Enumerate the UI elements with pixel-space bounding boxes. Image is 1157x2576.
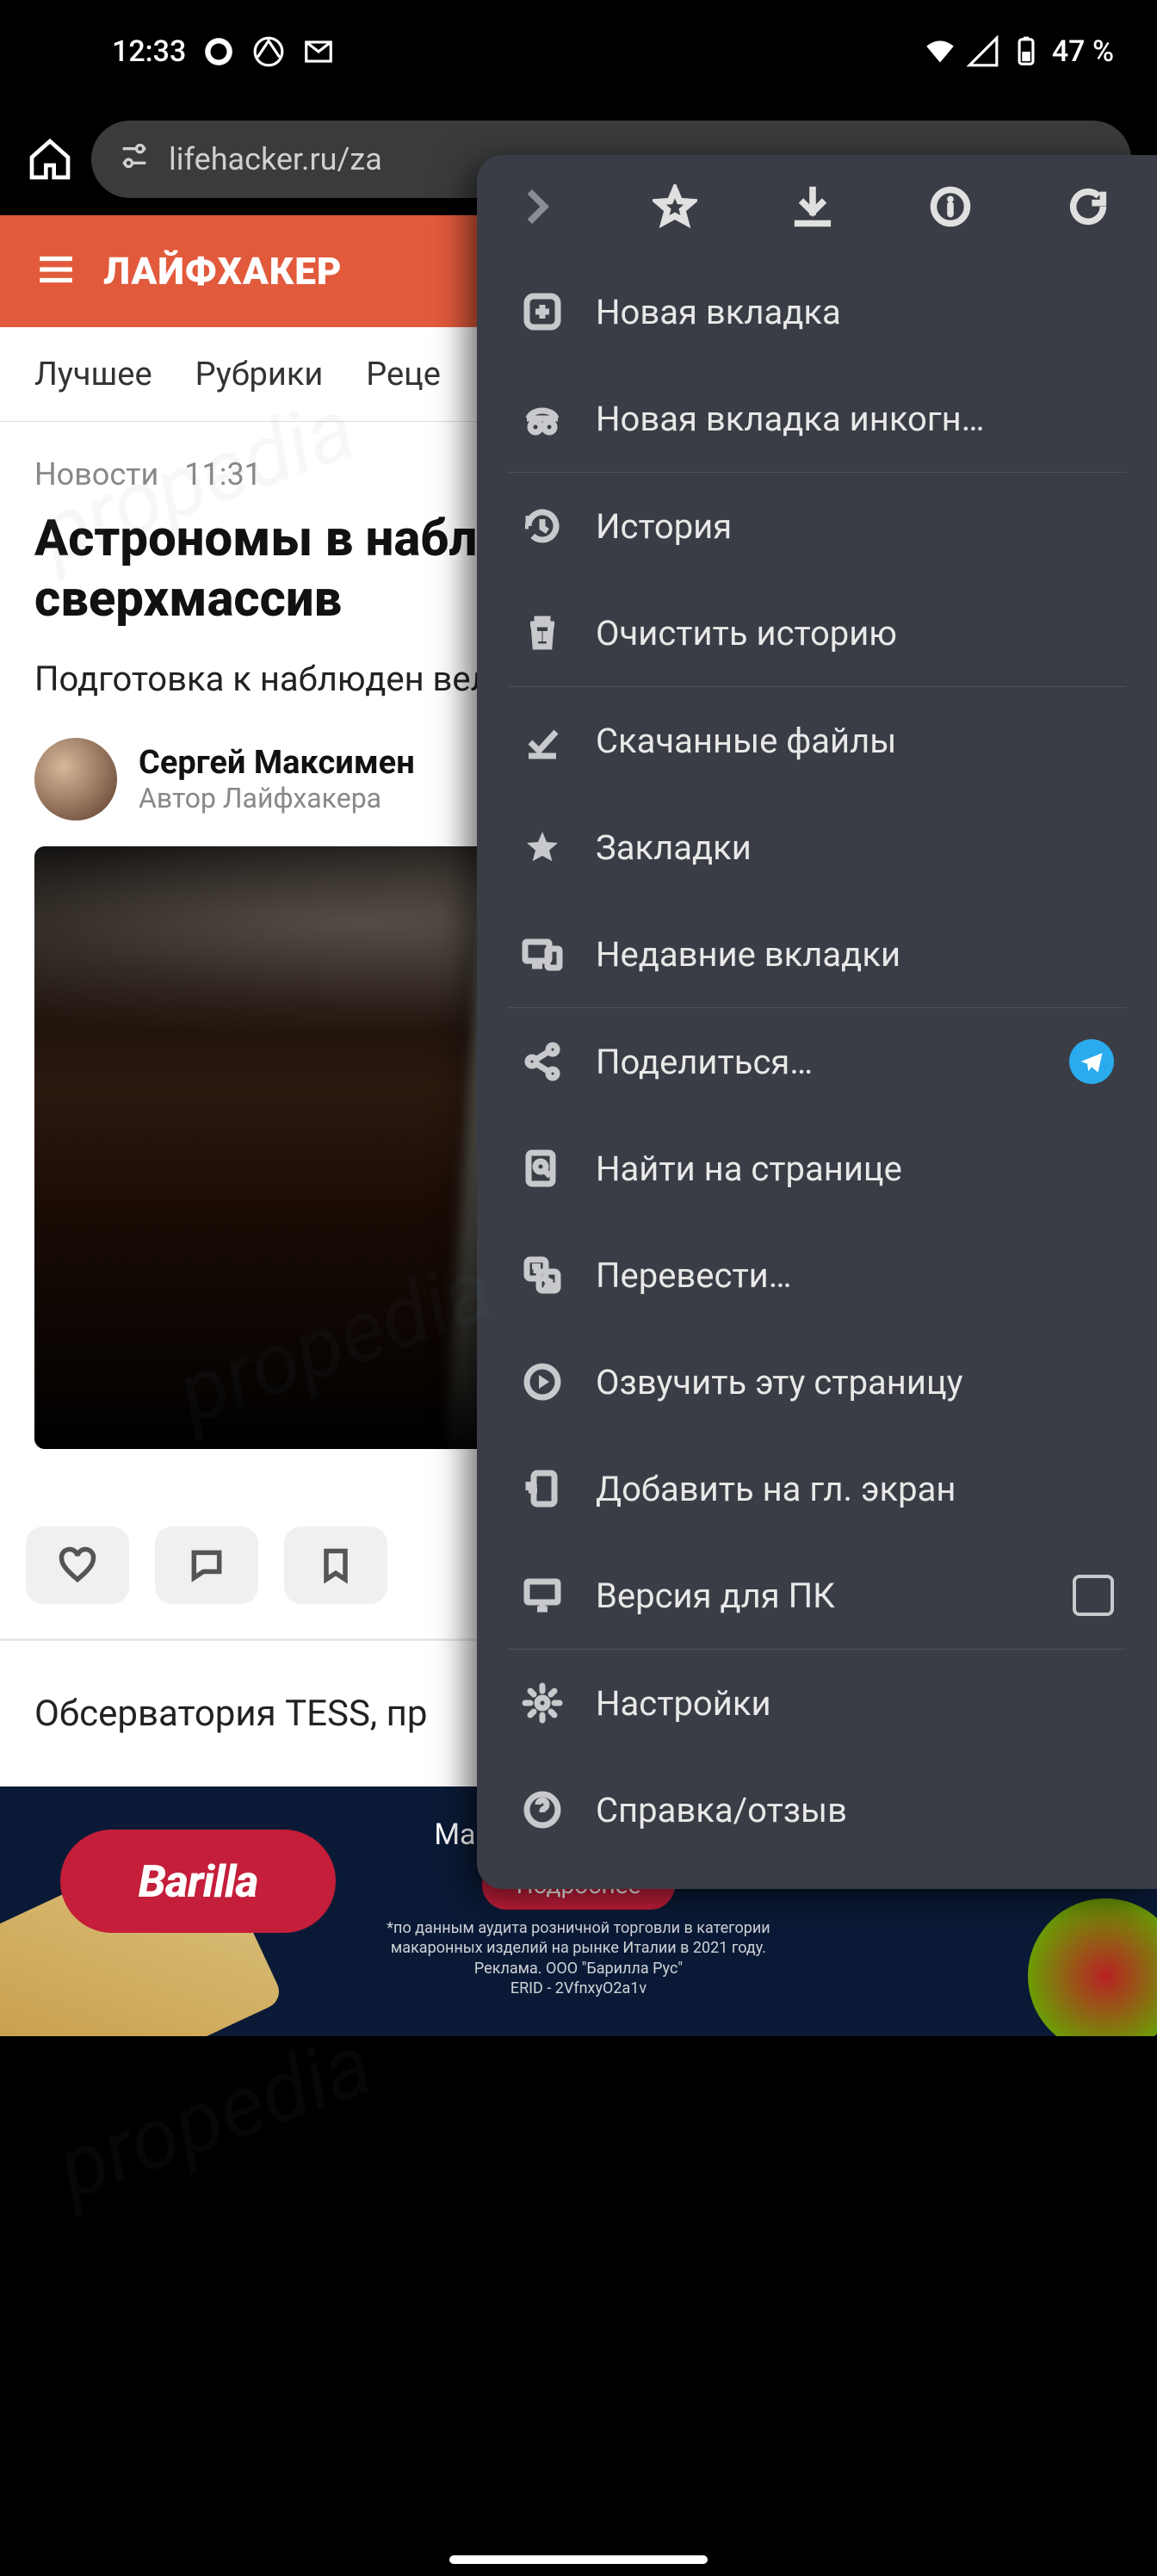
menu-item-label: Скачанные файлы bbox=[596, 721, 1114, 761]
app-icon-2 bbox=[251, 34, 286, 69]
play-icon bbox=[520, 1359, 565, 1404]
menu-item-label: Версия для ПК bbox=[596, 1576, 1042, 1616]
menu-item-label: Поделиться… bbox=[596, 1042, 1038, 1082]
signal-icon bbox=[966, 34, 1000, 69]
nav-item[interactable]: Рубрики bbox=[195, 356, 324, 393]
menu-item-add-home[interactable]: Добавить на гл. экран bbox=[508, 1435, 1126, 1542]
post-time: 11:31 bbox=[184, 456, 262, 492]
url-text: lifehacker.ru/za bbox=[169, 141, 382, 177]
menu-item-settings[interactable]: Настройки bbox=[508, 1650, 1126, 1756]
author-name: Сергей Максимен bbox=[139, 744, 415, 782]
author-avatar bbox=[34, 738, 117, 820]
gesture-bar[interactable] bbox=[449, 2555, 708, 2564]
download-done-icon bbox=[520, 718, 565, 763]
desktop-icon bbox=[520, 1573, 565, 1618]
menu-item-label: Новая вкладка bbox=[596, 292, 1114, 332]
menu-item-clear-history[interactable]: Очистить историю bbox=[508, 579, 1126, 686]
menu-item-label: Перевести… bbox=[596, 1255, 1114, 1296]
menu-item-label: Добавить на гл. экран bbox=[596, 1469, 1114, 1509]
app-icon-1 bbox=[201, 34, 236, 69]
menu-item-new-incognito-tab[interactable]: Новая вкладка инкогн… bbox=[508, 365, 1126, 472]
post-category[interactable]: Новости bbox=[34, 456, 158, 492]
menu-item-read-aloud[interactable]: Озвучить эту страницу bbox=[508, 1328, 1126, 1435]
browser-overflow-menu: Новая вкладка Новая вкладка инкогн… Истори… bbox=[477, 155, 1157, 1889]
devices-icon bbox=[520, 932, 565, 976]
nav-item[interactable]: Лучшее bbox=[34, 356, 152, 393]
nav-item[interactable]: Реце bbox=[366, 356, 441, 393]
battery-icon bbox=[1009, 34, 1043, 69]
menu-item-label: Настройки bbox=[596, 1683, 1114, 1724]
gear-icon bbox=[520, 1681, 565, 1725]
bookmark-star-button[interactable] bbox=[649, 181, 701, 232]
menu-item-label: История bbox=[596, 506, 1114, 547]
help-icon bbox=[520, 1787, 565, 1832]
star-fill-icon bbox=[520, 825, 565, 870]
menu-item-label: Озвучить эту страницу bbox=[596, 1362, 1114, 1403]
clock: 12:33 bbox=[112, 34, 186, 69]
status-bar: 12:33 47 % bbox=[0, 0, 1157, 103]
battery-percent: 47 % bbox=[1052, 34, 1114, 69]
menu-item-label: Очистить историю bbox=[596, 613, 1114, 653]
forward-button[interactable] bbox=[511, 181, 563, 232]
author-role: Автор Лайфхакера bbox=[139, 782, 415, 814]
menu-item-bookmarks[interactable]: Закладки bbox=[508, 794, 1126, 901]
comment-button[interactable] bbox=[155, 1526, 258, 1604]
menu-item-label: Справка/отзыв bbox=[596, 1790, 1114, 1830]
find-icon bbox=[520, 1146, 565, 1191]
like-button[interactable] bbox=[26, 1526, 129, 1604]
plus-box-icon bbox=[520, 289, 565, 334]
homescreen-icon bbox=[520, 1466, 565, 1511]
menu-item-label: Недавние вкладки bbox=[596, 934, 1114, 975]
menu-item-history[interactable]: История bbox=[508, 473, 1126, 579]
menu-item-label: Найти на странице bbox=[596, 1149, 1114, 1189]
wifi-icon bbox=[923, 34, 957, 69]
history-icon bbox=[520, 504, 565, 548]
telegram-icon bbox=[1069, 1039, 1114, 1084]
download-button[interactable] bbox=[787, 181, 838, 232]
menu-item-help[interactable]: Справка/отзыв bbox=[508, 1756, 1126, 1863]
incognito-icon bbox=[520, 396, 565, 441]
desktop-site-checkbox[interactable] bbox=[1073, 1575, 1114, 1616]
site-logo[interactable]: ЛАЙФХАКЕР bbox=[103, 249, 343, 294]
menu-item-desktop-site[interactable]: Версия для ПК bbox=[508, 1542, 1126, 1649]
menu-item-label: Закладки bbox=[596, 827, 1114, 868]
ad-brand-logo: Barilla bbox=[60, 1830, 336, 1933]
reload-button[interactable] bbox=[1062, 181, 1114, 232]
share-icon bbox=[520, 1039, 565, 1084]
menu-item-new-tab[interactable]: Новая вкладка bbox=[508, 258, 1126, 365]
bookmark-button[interactable] bbox=[284, 1526, 387, 1604]
menu-item-recent-tabs[interactable]: Недавние вкладки bbox=[508, 901, 1126, 1007]
page-info-button[interactable] bbox=[925, 181, 976, 232]
trash-icon bbox=[520, 610, 565, 655]
hamburger-button[interactable] bbox=[34, 248, 77, 294]
menu-item-translate[interactable]: Перевести… bbox=[508, 1222, 1126, 1328]
menu-item-downloads[interactable]: Скачанные файлы bbox=[508, 687, 1126, 794]
menu-item-label: Новая вкладка инкогн… bbox=[596, 399, 1114, 439]
menu-item-find[interactable]: Найти на странице bbox=[508, 1115, 1126, 1222]
home-button[interactable] bbox=[26, 135, 74, 183]
gmail-icon bbox=[301, 34, 336, 69]
menu-item-share[interactable]: Поделиться… bbox=[508, 1008, 1126, 1115]
ad-fineprint: *по данным аудита розничной торговли в к… bbox=[387, 1918, 770, 1999]
translate-icon bbox=[520, 1253, 565, 1297]
site-settings-icon[interactable] bbox=[117, 139, 152, 181]
